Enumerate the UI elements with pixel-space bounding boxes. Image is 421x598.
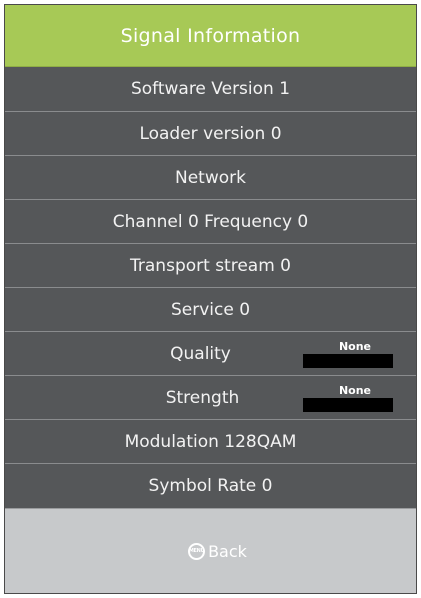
loader-version-label: Loader version 0 (139, 123, 282, 144)
panel-title: Signal Information (5, 5, 416, 67)
network-row: Network (5, 155, 416, 199)
strength-bar (303, 398, 393, 412)
back-label: Back (208, 541, 247, 561)
transport-stream-row: Transport stream 0 (5, 243, 416, 287)
strength-label: Strength (165, 387, 240, 408)
menu-button-icon: MENU (188, 542, 206, 560)
network-label: Network (175, 167, 246, 188)
symbol-rate-label: Symbol Rate 0 (148, 475, 273, 496)
quality-meter: None (303, 340, 393, 370)
strength-value: None (338, 384, 371, 397)
back-button[interactable]: MENU Back (188, 542, 247, 561)
info-list: Software Version 1 Loader version 0 Netw… (5, 67, 416, 507)
channel-frequency-row: Channel 0 Frequency 0 (5, 199, 416, 243)
software-version-row: Software Version 1 (5, 67, 416, 111)
symbol-rate-row: Symbol Rate 0 (5, 463, 416, 507)
loader-version-row: Loader version 0 (5, 111, 416, 155)
quality-row: Quality None (5, 331, 416, 375)
service-row: Service 0 (5, 287, 416, 331)
quality-value: None (338, 340, 371, 353)
transport-stream-label: Transport stream 0 (130, 255, 291, 276)
modulation-label: Modulation 128QAM (124, 431, 297, 452)
modulation-row: Modulation 128QAM (5, 419, 416, 463)
signal-information-panel: Signal Information Software Version 1 Lo… (4, 4, 417, 594)
strength-meter: None (303, 384, 393, 414)
quality-bar (303, 354, 393, 368)
strength-row: Strength None (5, 375, 416, 419)
software-version-label: Software Version 1 (130, 79, 291, 99)
channel-frequency-label: Channel 0 Frequency 0 (112, 211, 309, 232)
footer-bar: MENU Back (5, 508, 416, 593)
service-label: Service 0 (170, 299, 251, 320)
quality-label: Quality (170, 343, 231, 364)
